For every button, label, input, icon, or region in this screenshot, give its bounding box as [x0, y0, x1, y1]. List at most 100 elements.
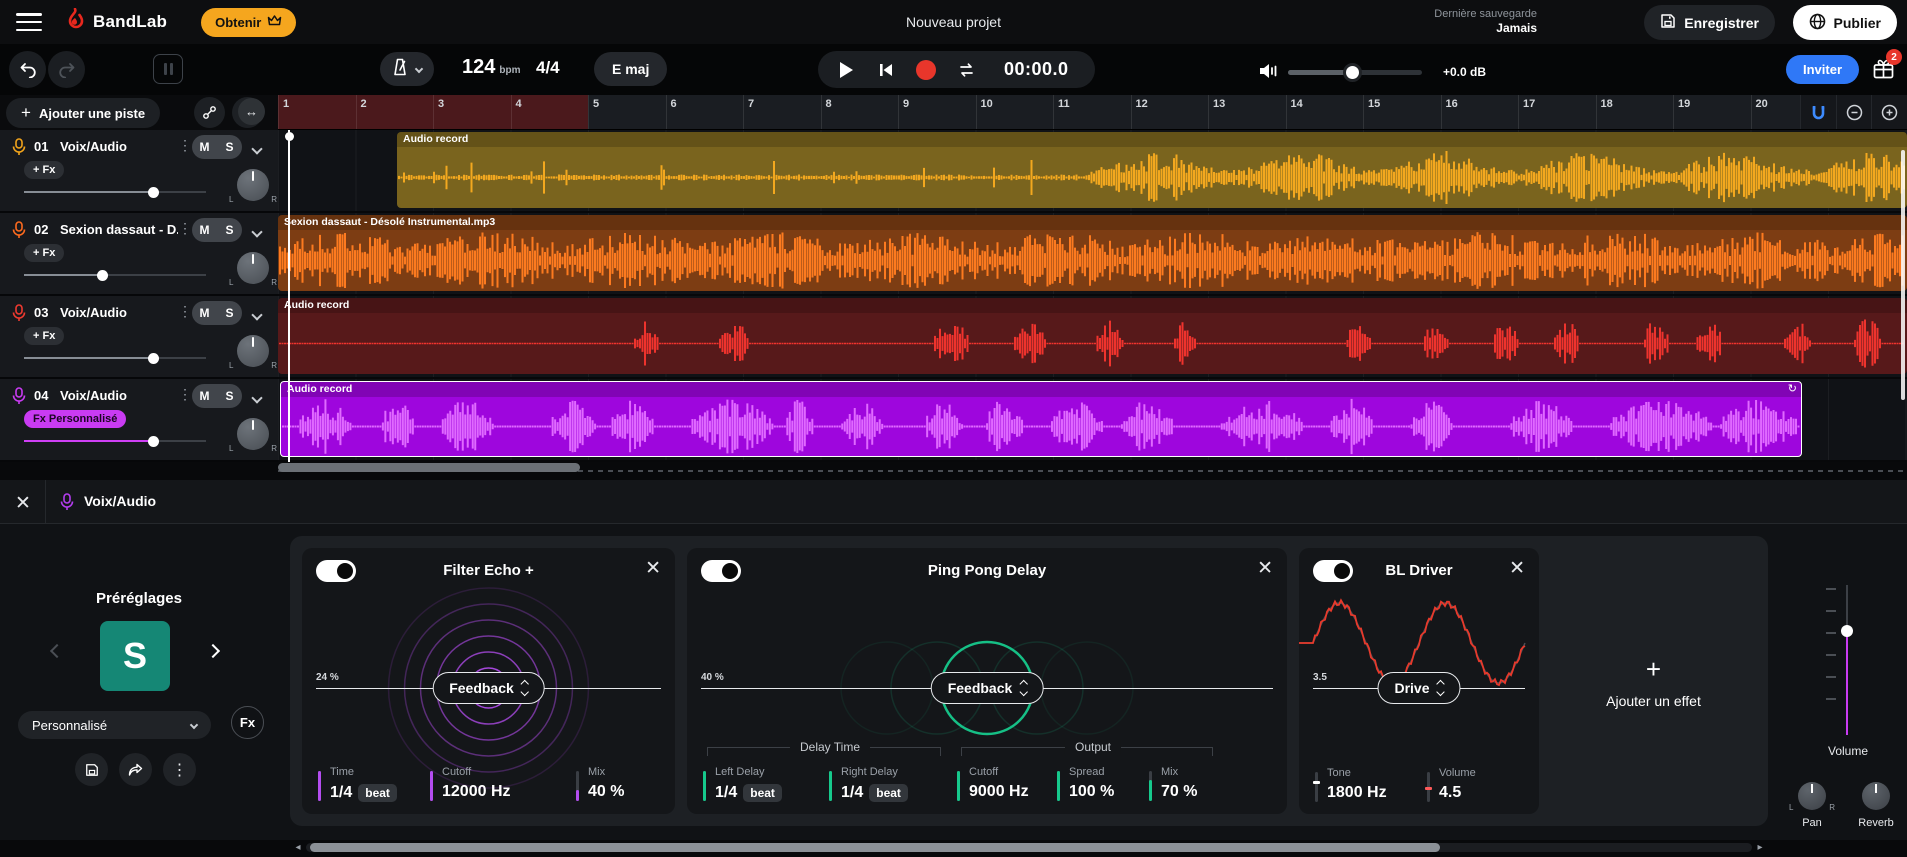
share-preset-button[interactable] — [119, 753, 152, 786]
track-collapse-button[interactable] — [253, 223, 261, 241]
preset-select[interactable]: Personnalisé — [18, 711, 211, 739]
reverb-knob[interactable] — [1862, 782, 1890, 810]
track-mic-icon[interactable] — [12, 221, 26, 244]
param-cutoff[interactable]: Cutoff12000 Hz — [430, 767, 576, 802]
track-volume-slider[interactable] — [1846, 585, 1848, 735]
param-slider[interactable] — [1315, 772, 1318, 802]
key-selector[interactable]: E maj — [594, 52, 667, 86]
metronome-button[interactable] — [380, 52, 434, 86]
obtain-button[interactable]: Obtenir — [201, 8, 296, 37]
playhead[interactable] — [288, 130, 290, 462]
track-volume-fader[interactable] — [24, 440, 206, 442]
param-cutoff[interactable]: Cutoff9000 Hz — [957, 767, 1057, 802]
effect-mode-button[interactable]: Feedback — [931, 672, 1044, 704]
close-icon[interactable]: ✕ — [645, 557, 661, 580]
preset-prev-button[interactable] — [52, 646, 66, 660]
solo-button[interactable]: S — [217, 218, 242, 242]
snap-magnet-button[interactable] — [1800, 95, 1836, 129]
param-slider[interactable] — [1427, 772, 1430, 802]
timeline-scrollbar[interactable] — [278, 463, 580, 472]
loop-handle[interactable]: ↔ — [238, 98, 265, 125]
solo-button[interactable]: S — [217, 135, 242, 159]
zoom-in-button[interactable] — [1871, 95, 1907, 129]
param-slider[interactable] — [1057, 771, 1060, 801]
param-value[interactable]: 100 % — [1069, 784, 1114, 800]
param-mix[interactable]: Mix40 % — [576, 767, 662, 802]
param-value[interactable]: 9000 Hz — [969, 784, 1029, 800]
zoom-out-button[interactable] — [1836, 95, 1872, 129]
redo-button[interactable] — [48, 51, 85, 88]
track-mic-icon[interactable] — [12, 304, 26, 327]
param-value[interactable]: 4.5 — [1439, 785, 1476, 801]
save-preset-button[interactable] — [75, 753, 108, 786]
bandlab-logo[interactable]: BandLab — [64, 8, 167, 37]
param-value[interactable]: 1/4beat — [330, 784, 397, 802]
pan-knob[interactable]: LR — [237, 169, 269, 201]
param-slider[interactable] — [829, 771, 832, 801]
gift-button[interactable]: 2 — [1872, 57, 1895, 85]
track-row-04[interactable]: 04Voix/Audio⋮MSFx PersonnaliséLR — [0, 379, 278, 462]
speaker-icon[interactable] — [1258, 62, 1280, 85]
master-volume-slider[interactable] — [1288, 70, 1422, 75]
clip-loop-icon[interactable]: ↻ — [1788, 382, 1797, 395]
effect-mode-button[interactable]: Drive — [1377, 672, 1460, 704]
audio-clip-4[interactable]: Audio record↻ — [280, 381, 1802, 457]
track-row-03[interactable]: 03Voix/Audio⋮MS+ FxLR — [0, 296, 278, 379]
track-collapse-button[interactable] — [253, 140, 261, 158]
preset-next-button[interactable] — [208, 646, 222, 660]
param-value[interactable]: 40 % — [588, 784, 624, 800]
mute-button[interactable]: M — [192, 384, 217, 408]
param-slider[interactable] — [1149, 771, 1152, 801]
undo-button[interactable] — [9, 51, 46, 88]
more-options-button[interactable]: ⋮ — [163, 753, 196, 786]
scroll-right-icon[interactable]: ▸ — [1752, 841, 1768, 853]
audio-clip-1[interactable]: Audio record — [397, 132, 1907, 208]
track-menu-icon[interactable]: ⋮ — [178, 137, 192, 154]
param-left-delay[interactable]: Left Delay1/4beat — [703, 767, 829, 802]
save-button[interactable]: Enregistrer — [1644, 5, 1775, 40]
loop-button[interactable] — [946, 51, 986, 88]
track-menu-icon[interactable]: ⋮ — [178, 303, 192, 320]
param-value[interactable]: 1/4beat — [841, 784, 908, 802]
close-icon[interactable]: ✕ — [1509, 557, 1525, 580]
mute-button[interactable]: M — [192, 135, 217, 159]
track-collapse-button[interactable] — [253, 306, 261, 324]
add-effect-button[interactable]: +Ajouter un effet — [1551, 548, 1756, 814]
pan-knob[interactable]: LR — [237, 335, 269, 367]
audio-clip-3[interactable]: Audio record — [278, 298, 1907, 374]
play-button[interactable] — [826, 51, 866, 88]
param-tone[interactable]: Tone1800 Hz — [1315, 768, 1427, 802]
param-slider[interactable] — [430, 771, 433, 801]
param-mix[interactable]: Mix70 % — [1149, 767, 1229, 802]
track-mic-icon[interactable] — [12, 138, 26, 161]
track-row-01[interactable]: 01Voix/Audio⋮MS+ FxLR — [0, 130, 278, 213]
track-mic-icon[interactable] — [12, 387, 26, 410]
vertical-scrollbar[interactable] — [1901, 150, 1905, 400]
param-unit-chip[interactable]: beat — [869, 784, 908, 802]
audio-clip-2[interactable]: Sexion dassaut - Désolé Instrumental.mp3 — [278, 215, 1907, 291]
track-row-02[interactable]: 02Sexion dassaut - D...⋮MS+ FxLR — [0, 213, 278, 296]
track-fx-chip[interactable]: + Fx — [24, 244, 64, 262]
effect-mode-button[interactable]: Feedback — [432, 672, 545, 704]
record-button[interactable] — [906, 51, 946, 88]
solo-button[interactable]: S — [217, 384, 242, 408]
param-volume[interactable]: Volume4.5 — [1427, 768, 1515, 802]
fx-badge-button[interactable]: Fx — [231, 706, 264, 739]
param-slider[interactable] — [318, 771, 321, 801]
time-signature[interactable]: 4/4 — [536, 58, 560, 78]
param-right-delay[interactable]: Right Delay1/4beat — [829, 767, 957, 802]
menu-icon[interactable] — [16, 13, 42, 31]
pan-knob[interactable]: LR — [237, 418, 269, 450]
track-volume-fader[interactable] — [24, 357, 206, 359]
param-value[interactable]: 70 % — [1161, 784, 1197, 800]
track-volume-fader[interactable] — [24, 191, 206, 193]
param-unit-chip[interactable]: beat — [358, 784, 397, 802]
track-fx-chip[interactable]: Fx Personnalisé — [24, 410, 126, 428]
close-icon[interactable]: ✕ — [1257, 557, 1273, 580]
param-slider[interactable] — [576, 771, 579, 801]
track-collapse-button[interactable] — [253, 389, 261, 407]
scroll-left-icon[interactable]: ◂ — [290, 841, 306, 853]
param-time[interactable]: Time1/4beat — [318, 767, 430, 802]
timeline-ruler[interactable]: 1234567891011121314151617181920 — [278, 95, 1907, 130]
add-track-button[interactable]: + Ajouter une piste — [6, 98, 160, 128]
